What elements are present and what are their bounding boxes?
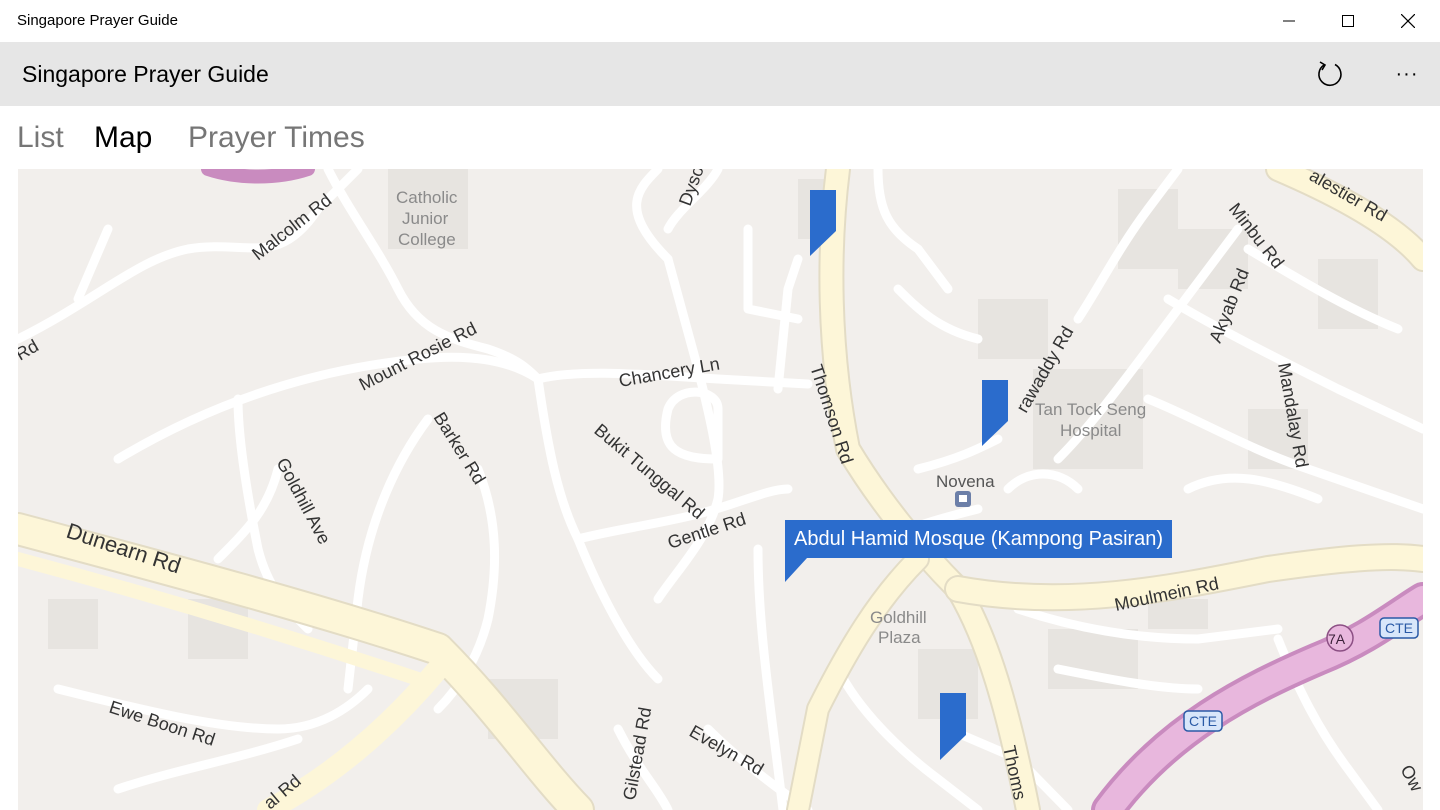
label-goldhill-ave: Goldhill Ave xyxy=(272,454,334,547)
label-malcolm-rd: Malcolm Rd xyxy=(248,190,335,264)
label-novena: Novena xyxy=(936,472,995,491)
window-title-bar: Singapore Prayer Guide xyxy=(0,0,1440,43)
mrt-station-icon xyxy=(955,491,971,507)
label-goldhill-2: Plaza xyxy=(878,628,921,647)
refresh-icon xyxy=(1318,61,1342,87)
close-icon xyxy=(1401,14,1415,28)
close-button[interactable] xyxy=(1378,0,1438,42)
label-barker-rd: Barker Rd xyxy=(430,409,490,488)
tab-list[interactable]: List xyxy=(17,121,64,155)
label-evelyn-rd: Evelyn Rd xyxy=(686,721,767,779)
tab-prayer-times[interactable]: Prayer Times xyxy=(188,121,365,155)
label-catholic-1: Catholic xyxy=(396,188,458,207)
label-ttsh-1: Tan Tock Seng xyxy=(1035,400,1146,419)
minimize-button[interactable] xyxy=(1259,0,1319,42)
pivot-tabs: List Map Prayer Times xyxy=(0,106,1440,168)
maximize-icon xyxy=(1342,15,1354,27)
map-view[interactable]: Malcolm Rd Dyso alestier Rd Minbu Rd Aky… xyxy=(18,169,1423,810)
minimize-icon xyxy=(1283,20,1295,22)
window-title: Singapore Prayer Guide xyxy=(17,12,178,29)
mosque-pin-3[interactable] xyxy=(940,693,966,760)
shield-cte-1: CTE xyxy=(1385,620,1413,636)
map-canvas[interactable]: Malcolm Rd Dyso alestier Rd Minbu Rd Aky… xyxy=(18,169,1423,810)
mosque-callout[interactable]: Abdul Hamid Mosque (Kampong Pasiran) xyxy=(785,520,1173,558)
shield-exit: 7A xyxy=(1328,631,1346,647)
tab-map[interactable]: Map xyxy=(94,121,152,155)
label-catholic-3: College xyxy=(398,230,456,249)
mosque-callout-tail xyxy=(785,558,807,582)
label-goldhill-1: Goldhill xyxy=(870,608,927,627)
shield-cte-2: CTE xyxy=(1189,713,1217,729)
app-bar: Singapore Prayer Guide ··· xyxy=(0,42,1440,106)
label-ttsh-2: Hospital xyxy=(1060,421,1121,440)
label-ow: Ow xyxy=(1396,761,1423,795)
maximize-button[interactable] xyxy=(1318,0,1378,42)
label-catholic-2: Junior xyxy=(402,209,449,228)
more-button[interactable]: ··· xyxy=(1383,50,1431,98)
label-bukit-tunggal-rd: Bukit Tunggal Rd xyxy=(590,420,708,523)
app-title: Singapore Prayer Guide xyxy=(22,61,269,87)
refresh-button[interactable] xyxy=(1306,50,1354,98)
